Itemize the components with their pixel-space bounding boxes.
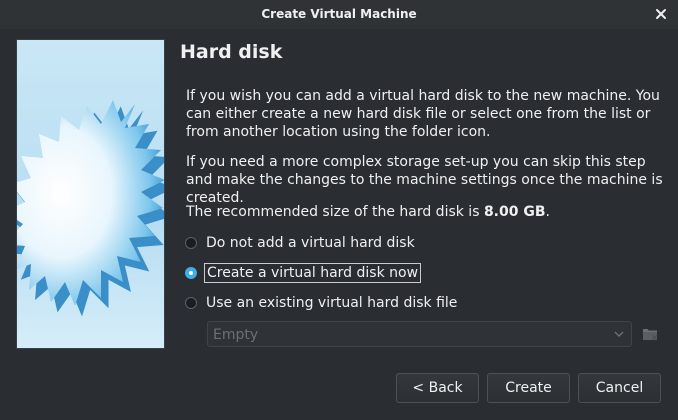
wizard-watermark-image	[16, 39, 165, 349]
create-button[interactable]: Create	[487, 373, 570, 403]
recommended-size-text: The recommended size of the hard disk is…	[186, 203, 550, 221]
radio-no-disk-label[interactable]: Do not add a virtual hard disk	[206, 235, 415, 251]
description-paragraph-2: If you need a more complex storage set-u…	[186, 154, 663, 206]
radio-existing-disk-label[interactable]: Use an existing virtual hard disk file	[206, 295, 457, 311]
close-icon	[656, 9, 666, 19]
back-button[interactable]: < Back	[396, 373, 479, 403]
radio-create-disk-label[interactable]: Create a virtual hard disk now	[203, 263, 422, 283]
radio-no-disk[interactable]: Do not add a virtual hard disk	[185, 233, 415, 253]
cancel-button[interactable]: Cancel	[578, 373, 661, 403]
existing-disk-select[interactable]: Empty	[207, 321, 632, 347]
recommended-size-prefix: The recommended size of the hard disk is	[186, 204, 484, 220]
recommended-size-suffix: .	[545, 204, 550, 220]
title-bar: Create Virtual Machine	[0, 0, 678, 29]
radio-button[interactable]	[185, 297, 197, 309]
radio-create-disk[interactable]: Create a virtual hard disk now	[185, 263, 422, 283]
choose-disk-file-button[interactable]	[640, 324, 660, 344]
page-title: Hard disk	[180, 41, 283, 63]
recommended-size-value: 8.00 GB	[483, 204, 546, 220]
chevron-down-icon	[611, 326, 627, 342]
folder-icon	[643, 329, 658, 341]
radio-button-selected[interactable]	[185, 267, 197, 279]
window-title: Create Virtual Machine	[261, 7, 417, 21]
radio-existing-disk[interactable]: Use an existing virtual hard disk file	[185, 293, 457, 313]
radio-button[interactable]	[185, 237, 197, 249]
close-button[interactable]	[652, 5, 670, 23]
existing-disk-select-value: Empty	[213, 327, 259, 343]
description-paragraph-1: If you wish you can add a virtual hard d…	[186, 88, 660, 140]
